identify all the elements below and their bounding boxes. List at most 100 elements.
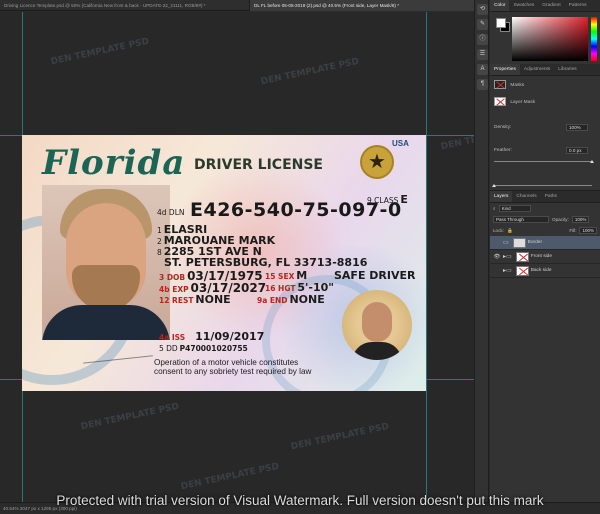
consent-line-1: Operation of a motor vehicle constitutes xyxy=(154,358,299,367)
document-canvas[interactable]: DEN TEMPLATE PSD DEN TEMPLATE PSD DEN TE… xyxy=(0,12,474,502)
text-icon[interactable]: A xyxy=(477,64,488,75)
ghost-portrait xyxy=(342,290,412,360)
rest-field: 12 REST NONE xyxy=(159,293,231,306)
fill-input[interactable]: 100% xyxy=(579,227,597,234)
tab-color[interactable]: Color xyxy=(490,0,510,11)
properties-panel-tabs: Properties Adjustments Libraries xyxy=(490,64,600,76)
tab-channels[interactable]: Channels xyxy=(512,191,540,202)
document-tab-bar: Driving Licence Template.psd @ 50% (Cali… xyxy=(0,0,488,11)
layer-name: Back side xyxy=(530,268,552,273)
folder-icon: ▸▭ xyxy=(503,254,512,260)
density-slider[interactable] xyxy=(494,160,594,163)
dln-value: E426-540-75-097-0 xyxy=(190,199,402,221)
masks-header: Masks xyxy=(494,80,596,91)
trial-watermark-notice: Protected with trial version of Visual W… xyxy=(56,493,544,508)
feather-row: Feather: 0.0 px xyxy=(494,145,596,156)
dd-field: 5 DD P470001020755 xyxy=(159,344,248,353)
layer-name: Border xyxy=(527,240,543,245)
watermark-text: DEN TEMPLATE PSD xyxy=(260,56,361,88)
feather-slider[interactable] xyxy=(492,184,592,187)
watermark-text: DEN TEMPLATE PSD xyxy=(180,461,281,493)
dln-label: 4d DLN xyxy=(157,208,185,217)
guide-line xyxy=(426,12,427,502)
sex-label: 15 SEX xyxy=(265,272,295,281)
opacity-input[interactable]: 100% xyxy=(571,216,590,223)
lock-label: Lock: xyxy=(493,228,504,233)
brush-settings-icon[interactable]: ✎ xyxy=(477,19,488,30)
tab-patterns[interactable]: Patterns xyxy=(565,0,591,11)
paragraph-icon[interactable]: ¶ xyxy=(477,79,488,90)
layer-mask-thumbnail[interactable] xyxy=(515,265,529,276)
document-tab-1[interactable]: Driving Licence Template.psd @ 50% (Cali… xyxy=(0,0,250,11)
watermark-text: DEN TEMPLATE PSD xyxy=(440,122,474,153)
feather-input[interactable]: 0.0 px xyxy=(566,147,588,154)
density-slider-knob[interactable] xyxy=(590,160,594,163)
lock-icon[interactable]: 🔒 xyxy=(507,228,513,234)
document-tab-2-label: DL FL before 05-05-2019 (2).psd @ 40.5% … xyxy=(254,3,400,8)
eye-icon[interactable]: 👁 xyxy=(493,254,501,260)
layer-filter-dropdown[interactable]: Kind xyxy=(498,205,531,212)
layer-row-back-side[interactable]: ▸▭ Back side xyxy=(490,264,600,278)
watermark-text: DEN TEMPLATE PSD xyxy=(50,36,151,68)
info-icon[interactable]: ⓘ xyxy=(477,34,488,45)
dd-value: P470001020755 xyxy=(179,344,248,353)
tab-gradient[interactable]: Gradient xyxy=(538,0,564,11)
watermark-text: DEN TEMPLATE PSD xyxy=(80,401,181,433)
layer-mask-thumbnail[interactable] xyxy=(515,251,529,262)
density-label: Density: xyxy=(494,125,512,130)
blend-mode-dropdown[interactable]: Pass Through xyxy=(493,216,549,223)
folder-icon: ▭ xyxy=(503,240,509,246)
tab-paths[interactable]: Paths xyxy=(541,191,561,202)
right-panels: Color Swatches Gradient Patterns Propert… xyxy=(490,0,600,502)
iss-label: 4a ISS xyxy=(159,333,186,342)
feather-slider-knob[interactable] xyxy=(492,184,496,187)
color-picker-field[interactable] xyxy=(512,17,588,61)
layer-name: Front side xyxy=(530,254,553,259)
end-value: NONE xyxy=(289,293,325,306)
opacity-label: Opacity: xyxy=(552,217,569,222)
layer-mask-row: Layer Mask xyxy=(494,97,596,108)
rest-value: NONE xyxy=(195,293,231,306)
layer-row-front-side[interactable]: 👁 ▸▭ Front side xyxy=(490,250,600,264)
tab-libraries[interactable]: Libraries xyxy=(554,64,580,75)
fill-label: Fill: xyxy=(569,228,577,233)
density-row: Density: 100% xyxy=(494,122,596,133)
lock-row: Lock: 🔒 Fill: 100% xyxy=(490,225,600,236)
iss-field: 4a ISS 11/09/2017 xyxy=(159,330,264,343)
history-icon[interactable]: ⟲ xyxy=(477,4,488,15)
license-title: DRIVER LICENSE xyxy=(194,157,323,173)
layer-row-border[interactable]: ▭ Border xyxy=(490,236,600,250)
panel-toolstrip: ⟲ ✎ ⓘ ☰ A ¶ xyxy=(474,0,489,502)
layer-mask-label: Layer Mask xyxy=(510,100,536,105)
folder-icon: ▸▭ xyxy=(503,268,512,274)
consent-text: Operation of a motor vehicle constitutes… xyxy=(154,358,311,376)
layer-filter-row: ⌕ Kind xyxy=(490,203,600,214)
blend-row: Pass Through Opacity: 100% xyxy=(490,214,600,225)
consent-line-2: consent to any sobriety test required by… xyxy=(154,367,312,376)
layer-mask-thumbnail[interactable] xyxy=(494,97,506,107)
foreground-color-swatch[interactable] xyxy=(496,18,506,28)
hgt-label: 16 HGT xyxy=(265,284,296,293)
end-field: 9a END NONE xyxy=(257,293,325,306)
end-label: 9a END xyxy=(257,296,288,305)
feather-label: Feather: xyxy=(494,148,512,153)
country-label: USA xyxy=(392,139,409,148)
search-icon: ⌕ xyxy=(493,206,496,211)
portrait-photo xyxy=(42,185,170,340)
density-input[interactable]: 100% xyxy=(566,124,588,131)
mask-icon xyxy=(494,80,506,90)
tab-layers[interactable]: Layers xyxy=(490,191,513,202)
star-icon: ★ xyxy=(362,147,392,177)
document-tab-1-label: Driving Licence Template.psd @ 50% (Cali… xyxy=(4,3,206,8)
tab-properties[interactable]: Properties xyxy=(490,64,520,75)
iss-value: 11/09/2017 xyxy=(195,330,265,343)
adjust-icon[interactable]: ☰ xyxy=(477,49,488,60)
document-tab-2[interactable]: DL FL before 05-05-2019 (2).psd @ 40.5% … xyxy=(250,0,488,11)
hue-slider[interactable] xyxy=(591,17,597,61)
rest-label: 12 REST xyxy=(159,296,194,305)
tab-swatches[interactable]: Swatches xyxy=(509,0,538,11)
state-name: Florida xyxy=(42,143,186,183)
tab-adjustments[interactable]: Adjustments xyxy=(520,64,554,75)
address-line-2: ST. PETERSBURG, FL 33713-8816 xyxy=(164,256,368,269)
safe-driver-label: SAFE DRIVER xyxy=(334,269,416,282)
